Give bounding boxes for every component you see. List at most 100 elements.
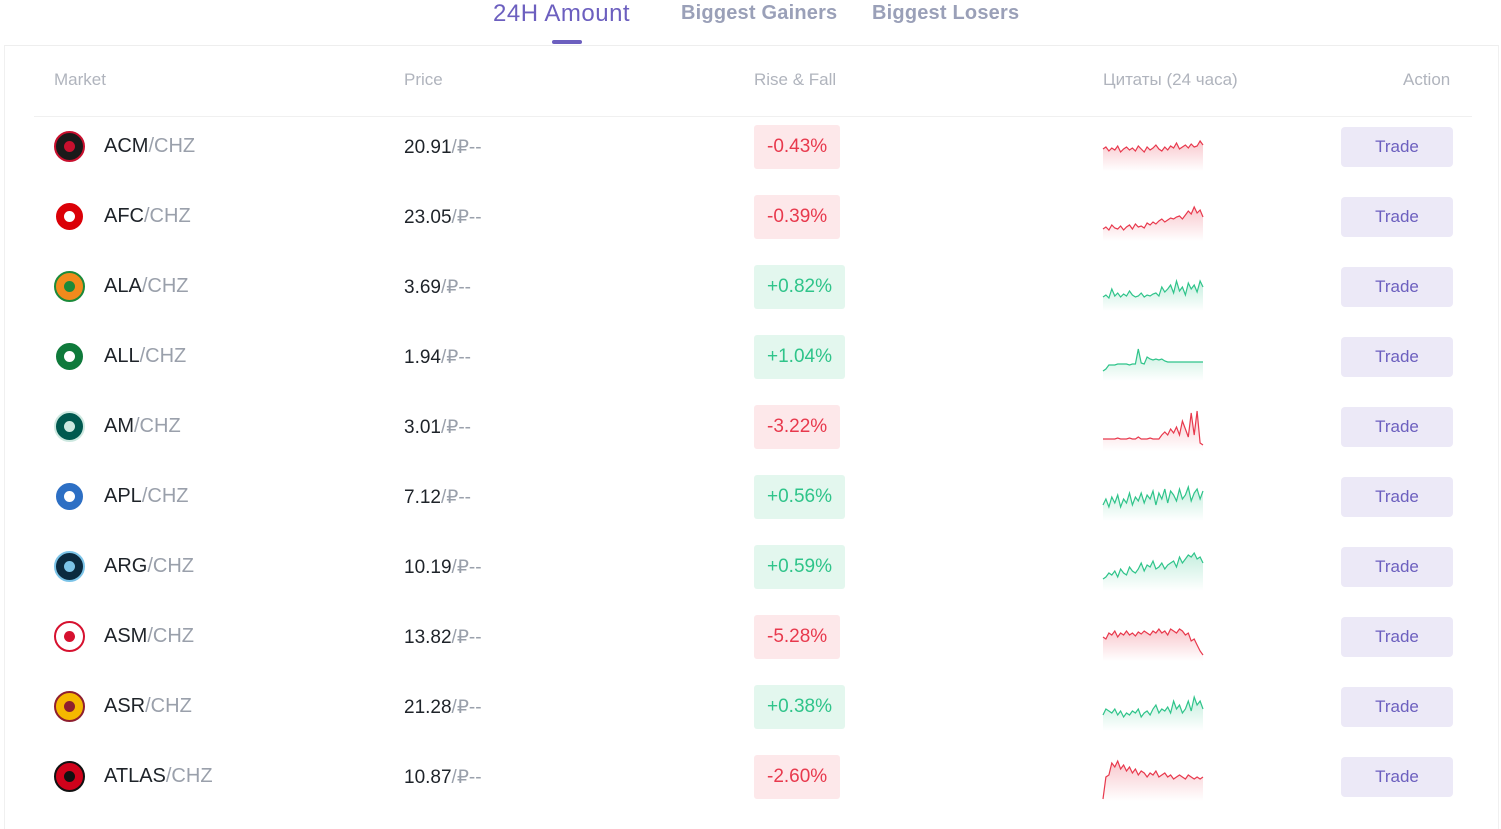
price-fiat: /₽-- — [451, 557, 482, 578]
market-pair[interactable]: ASR/CHZ — [104, 695, 192, 718]
pair-base: ASR — [104, 695, 146, 717]
change-badge: -3.22% — [754, 405, 841, 449]
header-market[interactable]: Market — [54, 70, 106, 90]
team-logo-emblem-icon — [64, 701, 75, 712]
trade-button[interactable]: Trade — [1341, 757, 1453, 797]
price-value: 20.91 — [404, 137, 452, 158]
sparkline-chart — [1102, 551, 1204, 591]
price-value: 7.12 — [404, 487, 441, 508]
trade-button[interactable]: Trade — [1341, 547, 1453, 587]
tab-biggest-gainers[interactable]: Biggest Gainers — [681, 2, 837, 25]
price-cell: 3.01/₽-- — [404, 416, 471, 439]
team-logo-emblem-icon — [64, 771, 75, 782]
trade-button[interactable]: Trade — [1341, 617, 1453, 657]
pair-base: AFC — [104, 205, 144, 227]
change-badge: +0.59% — [754, 545, 845, 589]
table-row-ala[interactable]: ALA/CHZ 3.69/₽-- +0.82% Trade — [0, 257, 1501, 327]
market-pair[interactable]: ALA/CHZ — [104, 275, 188, 298]
price-value: 21.28 — [404, 697, 452, 718]
table-row-acm[interactable]: ACM/CHZ 20.91/₽-- -0.43% Trade — [0, 117, 1501, 187]
sparkline-area — [1103, 553, 1203, 591]
price-cell: 21.28/₽-- — [404, 696, 482, 719]
atlas-logo-icon — [54, 761, 85, 792]
table-row-all[interactable]: ALL/CHZ 1.94/₽-- +1.04% Trade — [0, 327, 1501, 397]
price-fiat: /₽-- — [451, 207, 482, 228]
market-pair[interactable]: AFC/CHZ — [104, 205, 191, 228]
change-badge: +0.56% — [754, 475, 845, 519]
market-pair[interactable]: AM/CHZ — [104, 415, 181, 438]
table-row-afc[interactable]: AFC/CHZ 23.05/₽-- -0.39% Trade — [0, 187, 1501, 257]
sparkline-chart — [1102, 205, 1204, 241]
pair-base: APL — [104, 485, 142, 507]
header-price[interactable]: Price — [404, 70, 443, 90]
change-badge: -0.39% — [754, 195, 841, 239]
team-logo-emblem-icon — [64, 141, 75, 152]
change-badge: -5.28% — [754, 615, 841, 659]
price-cell: 1.94/₽-- — [404, 346, 471, 369]
afc-logo-icon — [54, 201, 85, 232]
market-pair[interactable]: ARG/CHZ — [104, 555, 194, 578]
market-pair[interactable]: ASM/CHZ — [104, 625, 194, 648]
price-fiat: /₽-- — [451, 137, 482, 158]
sparkline-area — [1103, 761, 1203, 801]
price-value: 23.05 — [404, 207, 452, 228]
trade-button[interactable]: Trade — [1341, 477, 1453, 517]
change-badge: +0.82% — [754, 265, 845, 309]
table-row-arg[interactable]: ARG/CHZ 10.19/₽-- +0.59% Trade — [0, 537, 1501, 607]
table-row-asm[interactable]: ASM/CHZ 13.82/₽-- -5.28% Trade — [0, 607, 1501, 677]
team-logo-emblem-icon — [64, 561, 75, 572]
pair-quote: /CHZ — [145, 695, 192, 717]
asr-logo-icon — [54, 691, 85, 722]
pair-quote: /CHZ — [141, 485, 189, 507]
sparkline-chart — [1102, 278, 1204, 311]
price-cell: 7.12/₽-- — [404, 486, 471, 509]
pair-quote: /CHZ — [141, 275, 189, 297]
price-value: 10.19 — [404, 557, 452, 578]
table-row-asr[interactable]: ASR/CHZ 21.28/₽-- +0.38% Trade — [0, 677, 1501, 747]
sparkline-chart — [1102, 759, 1204, 801]
pair-quote: /CHZ — [148, 135, 196, 157]
am-logo-icon — [54, 411, 85, 442]
pair-quote: /CHZ — [139, 345, 187, 367]
price-fiat: /₽-- — [451, 697, 482, 718]
price-fiat: /₽-- — [451, 627, 482, 648]
trade-button[interactable]: Trade — [1341, 687, 1453, 727]
trade-button[interactable]: Trade — [1341, 337, 1453, 377]
price-cell: 23.05/₽-- — [404, 206, 482, 229]
sparkline-chart — [1103, 410, 1204, 451]
pair-quote: /CHZ — [147, 555, 195, 577]
table-row-am[interactable]: AM/CHZ 3.01/₽-- -3.22% Trade — [0, 397, 1501, 467]
pair-quote: /CHZ — [165, 765, 213, 787]
market-pair[interactable]: ATLAS/CHZ — [104, 765, 213, 788]
sparkline-area — [1103, 349, 1203, 381]
team-logo-emblem-icon — [64, 421, 75, 432]
change-badge: +0.38% — [754, 685, 845, 729]
tab-24h-amount[interactable]: 24H Amount — [493, 0, 630, 28]
price-fiat: /₽-- — [440, 417, 472, 438]
team-logo-emblem-icon — [64, 351, 75, 362]
tab-biggest-losers[interactable]: Biggest Losers — [872, 2, 1019, 25]
team-logo-emblem-icon — [64, 631, 75, 642]
market-pair[interactable]: APL/CHZ — [104, 485, 188, 508]
price-fiat: /₽-- — [451, 767, 482, 788]
pair-base: ASM — [104, 625, 148, 647]
pair-quote: /CHZ — [134, 415, 181, 437]
sparkline-area — [1103, 411, 1203, 451]
market-pair[interactable]: ACM/CHZ — [104, 135, 195, 158]
header-quotes-24h: Цитаты (24 часа) — [1103, 70, 1238, 89]
pair-base: ALL — [104, 345, 140, 367]
trade-button[interactable]: Trade — [1341, 267, 1453, 307]
market-pair[interactable]: ALL/CHZ — [104, 345, 186, 368]
header-rise-fall[interactable]: Rise & Fall — [754, 70, 836, 90]
table-row-atlas[interactable]: ATLAS/CHZ 10.87/₽-- -2.60% Trade — [0, 747, 1501, 817]
sparkline-chart — [1102, 484, 1204, 521]
price-value: 10.87 — [404, 767, 452, 788]
trade-button[interactable]: Trade — [1341, 127, 1453, 167]
trade-button[interactable]: Trade — [1341, 197, 1453, 237]
trade-button[interactable]: Trade — [1341, 407, 1453, 447]
apl-logo-icon — [54, 481, 85, 512]
price-fiat: /₽-- — [440, 347, 472, 368]
price-cell: 3.69/₽-- — [404, 276, 471, 299]
table-row-apl[interactable]: APL/CHZ 7.12/₽-- +0.56% Trade — [0, 467, 1501, 537]
price-value: 13.82 — [404, 627, 452, 648]
